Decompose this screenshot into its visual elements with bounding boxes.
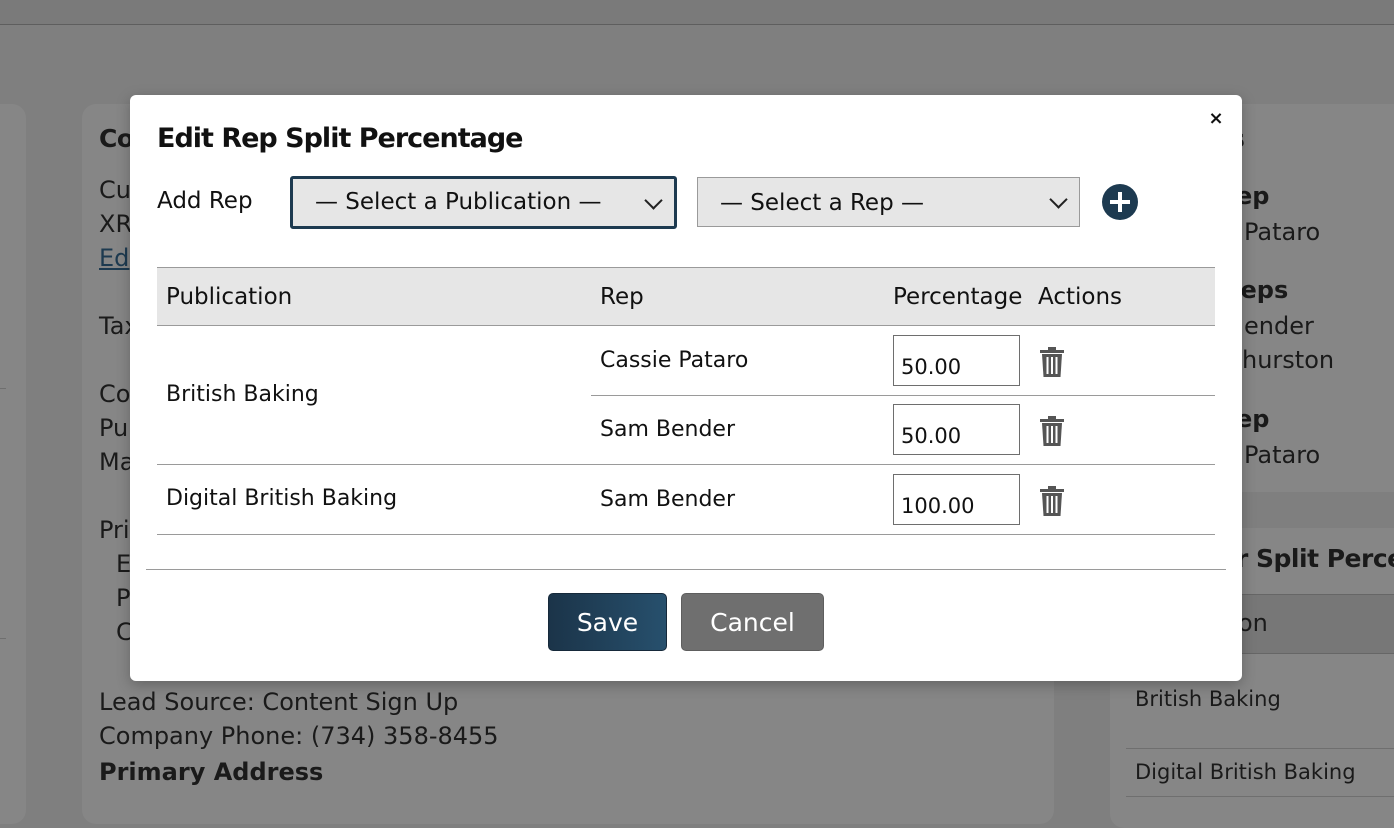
divider bbox=[0, 638, 6, 639]
split-table-column: on bbox=[1238, 609, 1268, 637]
trash-icon[interactable] bbox=[1039, 415, 1065, 447]
column-header-rep: Rep bbox=[600, 284, 644, 310]
table-header: Publication Rep Percentage Actions bbox=[157, 267, 1215, 326]
publication-select[interactable]: — Select a Publication — bbox=[290, 176, 677, 229]
save-button[interactable]: Save bbox=[548, 593, 667, 651]
edit-rep-split-modal: Edit Rep Split Percentage × Add Rep — Se… bbox=[130, 95, 1242, 681]
percentage-input[interactable] bbox=[893, 404, 1020, 455]
add-rep-button[interactable] bbox=[1102, 184, 1138, 220]
cancel-button[interactable]: Cancel bbox=[681, 593, 824, 651]
company-detail-line: Pu bbox=[99, 414, 129, 442]
rep-select-value: — Select a Rep — bbox=[720, 190, 924, 216]
percentage-input[interactable] bbox=[893, 335, 1020, 386]
rep-select[interactable]: — Select a Rep — bbox=[697, 177, 1080, 227]
publication-cell: Digital British Baking bbox=[166, 486, 398, 511]
rep-name: Pataro bbox=[1244, 218, 1321, 246]
company-detail-line: P bbox=[116, 584, 131, 612]
split-table-row: Digital British Baking bbox=[1135, 760, 1356, 784]
rep-cell: Sam Bender bbox=[600, 487, 735, 512]
company-detail-line: Cu bbox=[99, 176, 131, 204]
table-row-group: British Baking Cassie Pataro Sam Bender bbox=[157, 326, 1215, 465]
column-header-actions: Actions bbox=[1038, 284, 1123, 310]
table-row: Sam Bender bbox=[591, 465, 1215, 534]
add-rep-label: Add Rep bbox=[157, 188, 253, 214]
chevron-down-icon bbox=[644, 191, 663, 210]
publication-select-value: — Select a Publication — bbox=[315, 189, 602, 215]
lead-source: Lead Source: Content Sign Up bbox=[99, 688, 459, 716]
divider bbox=[146, 569, 1226, 570]
company-detail-line: XR bbox=[99, 210, 133, 238]
company-card-title: Co bbox=[99, 124, 134, 153]
left-panel bbox=[0, 104, 26, 824]
rep-split-table: Publication Rep Percentage Actions Briti… bbox=[157, 267, 1215, 535]
edit-link[interactable]: Ed bbox=[99, 244, 129, 272]
rep-cell: Sam Bender bbox=[600, 417, 735, 442]
table-row: Sam Bender bbox=[591, 395, 1215, 464]
top-bar bbox=[0, 0, 1394, 25]
company-detail-line: Co bbox=[99, 380, 131, 408]
divider bbox=[0, 388, 6, 389]
column-header-percentage: Percentage bbox=[893, 284, 1023, 310]
rep-cell: Cassie Pataro bbox=[600, 348, 749, 373]
column-header-publication: Publication bbox=[166, 284, 293, 310]
trash-icon[interactable] bbox=[1039, 346, 1065, 378]
split-table-row: British Baking bbox=[1135, 687, 1281, 711]
percentage-input[interactable] bbox=[893, 474, 1020, 525]
divider bbox=[1126, 796, 1394, 797]
table-row-group: Digital British Baking Sam Bender bbox=[157, 465, 1215, 535]
rep-name: Pataro bbox=[1244, 441, 1321, 469]
primary-address-heading: Primary Address bbox=[99, 758, 324, 786]
rep-name: ender bbox=[1244, 312, 1314, 340]
company-detail-line: Pri bbox=[99, 516, 130, 544]
publication-cell: British Baking bbox=[166, 382, 319, 407]
table-row: Cassie Pataro bbox=[591, 326, 1215, 396]
modal-title: Edit Rep Split Percentage bbox=[157, 123, 523, 154]
trash-icon[interactable] bbox=[1039, 485, 1065, 517]
divider bbox=[1126, 748, 1394, 749]
rep-name: hurston bbox=[1242, 346, 1335, 374]
company-detail-line: E bbox=[116, 550, 132, 578]
close-icon[interactable]: × bbox=[1204, 107, 1228, 131]
company-phone: Company Phone: (734) 358-8455 bbox=[99, 722, 499, 750]
chevron-down-icon bbox=[1049, 190, 1068, 209]
split-card-title: r Split Percenta bbox=[1236, 544, 1394, 573]
